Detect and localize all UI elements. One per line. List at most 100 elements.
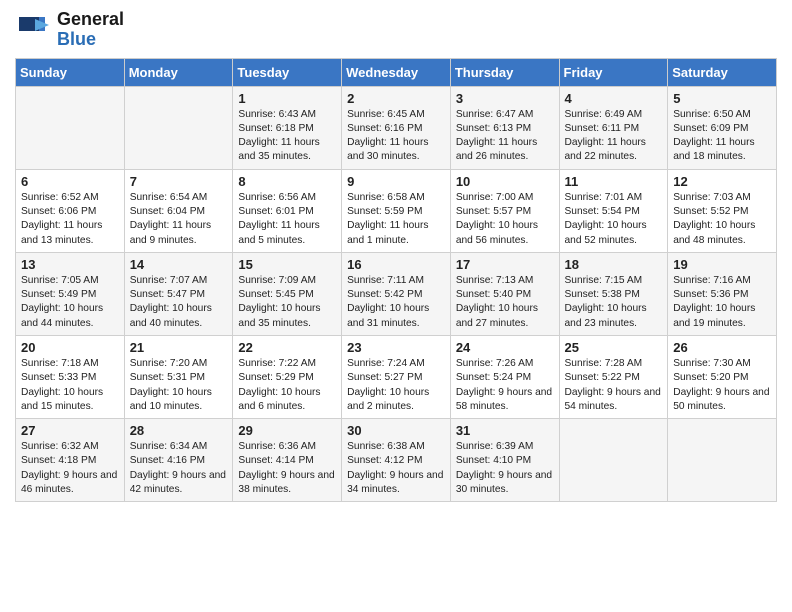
cell-content: Sunrise: 6:58 AMSunset: 5:59 PMDaylight:… <box>347 191 445 248</box>
day-number: 26 <box>673 340 771 355</box>
day-number: 20 <box>21 340 119 355</box>
day-number: 9 <box>347 174 445 189</box>
day-number: 11 <box>565 174 663 189</box>
day-header-saturday: Saturday <box>668 58 777 86</box>
cell-content: Sunrise: 7:20 AMSunset: 5:31 PMDaylight:… <box>130 357 228 414</box>
calendar-cell: 14 Sunrise: 7:07 AMSunset: 5:47 PMDayligh… <box>124 252 233 335</box>
calendar-cell: 7 Sunrise: 6:54 AMSunset: 6:04 PMDaylight… <box>124 169 233 252</box>
calendar-week-row: 1 Sunrise: 6:43 AMSunset: 6:18 PMDaylight… <box>16 86 777 169</box>
day-number: 19 <box>673 257 771 272</box>
calendar-cell: 27 Sunrise: 6:32 AMSunset: 4:18 PMDayligh… <box>16 419 125 502</box>
calendar-cell: 20 Sunrise: 7:18 AMSunset: 5:33 PMDayligh… <box>16 335 125 418</box>
day-number: 13 <box>21 257 119 272</box>
calendar-cell <box>16 86 125 169</box>
cell-content: Sunrise: 7:11 AMSunset: 5:42 PMDaylight:… <box>347 274 445 331</box>
cell-content: Sunrise: 7:09 AMSunset: 5:45 PMDaylight:… <box>238 274 336 331</box>
calendar-week-row: 27 Sunrise: 6:32 AMSunset: 4:18 PMDayligh… <box>16 419 777 502</box>
cell-content: Sunrise: 7:24 AMSunset: 5:27 PMDaylight:… <box>347 357 445 414</box>
calendar-cell: 23 Sunrise: 7:24 AMSunset: 5:27 PMDayligh… <box>342 335 451 418</box>
calendar-cell <box>559 419 668 502</box>
day-number: 6 <box>21 174 119 189</box>
cell-content: Sunrise: 6:56 AMSunset: 6:01 PMDaylight:… <box>238 191 336 248</box>
cell-content: Sunrise: 7:18 AMSunset: 5:33 PMDaylight:… <box>21 357 119 414</box>
cell-content: Sunrise: 6:36 AMSunset: 4:14 PMDaylight:… <box>238 440 336 497</box>
day-number: 14 <box>130 257 228 272</box>
day-number: 21 <box>130 340 228 355</box>
calendar-cell <box>668 419 777 502</box>
cell-content: Sunrise: 7:26 AMSunset: 5:24 PMDaylight:… <box>456 357 554 414</box>
day-number: 24 <box>456 340 554 355</box>
calendar-cell: 11Sunrise: 7:01 AMSunset: 5:54 PMDayligh… <box>559 169 668 252</box>
calendar-cell: 24 Sunrise: 7:26 AMSunset: 5:24 PMDayligh… <box>450 335 559 418</box>
page-header: General Blue <box>15 10 777 50</box>
cell-content: Sunrise: 6:32 AMSunset: 4:18 PMDaylight:… <box>21 440 119 497</box>
cell-content: Sunrise: 7:00 AMSunset: 5:57 PMDaylight:… <box>456 191 554 248</box>
calendar-cell: 17Sunrise: 7:13 AMSunset: 5:40 PMDayligh… <box>450 252 559 335</box>
calendar-cell: 25Sunrise: 7:28 AMSunset: 5:22 PMDayligh… <box>559 335 668 418</box>
day-number: 31 <box>456 423 554 438</box>
day-number: 30 <box>347 423 445 438</box>
day-number: 29 <box>238 423 336 438</box>
day-header-friday: Friday <box>559 58 668 86</box>
calendar-cell: 8 Sunrise: 6:56 AMSunset: 6:01 PMDaylight… <box>233 169 342 252</box>
calendar-header-row: SundayMondayTuesdayWednesdayThursdayFrid… <box>16 58 777 86</box>
day-number: 7 <box>130 174 228 189</box>
cell-content: Sunrise: 7:16 AMSunset: 5:36 PMDaylight:… <box>673 274 771 331</box>
cell-content: Sunrise: 7:13 AMSunset: 5:40 PMDaylight:… <box>456 274 554 331</box>
day-header-sunday: Sunday <box>16 58 125 86</box>
cell-content: Sunrise: 6:47 AMSunset: 6:13 PMDaylight:… <box>456 108 554 165</box>
calendar-cell: 1 Sunrise: 6:43 AMSunset: 6:18 PMDaylight… <box>233 86 342 169</box>
calendar-cell: 9 Sunrise: 6:58 AMSunset: 5:59 PMDaylight… <box>342 169 451 252</box>
calendar-cell: 30 Sunrise: 6:38 AMSunset: 4:12 PMDayligh… <box>342 419 451 502</box>
calendar-week-row: 13Sunrise: 7:05 AMSunset: 5:49 PMDayligh… <box>16 252 777 335</box>
logo: General Blue <box>15 10 124 50</box>
day-number: 23 <box>347 340 445 355</box>
day-number: 18 <box>565 257 663 272</box>
calendar-cell: 10 Sunrise: 7:00 AMSunset: 5:57 PMDayligh… <box>450 169 559 252</box>
cell-content: Sunrise: 7:03 AMSunset: 5:52 PMDaylight:… <box>673 191 771 248</box>
day-number: 2 <box>347 91 445 106</box>
cell-content: Sunrise: 6:39 AMSunset: 4:10 PMDaylight:… <box>456 440 554 497</box>
cell-content: Sunrise: 6:50 AMSunset: 6:09 PMDaylight:… <box>673 108 771 165</box>
calendar-table: SundayMondayTuesdayWednesdayThursdayFrid… <box>15 58 777 503</box>
day-number: 4 <box>565 91 663 106</box>
calendar-cell: 21 Sunrise: 7:20 AMSunset: 5:31 PMDayligh… <box>124 335 233 418</box>
day-number: 12 <box>673 174 771 189</box>
day-number: 5 <box>673 91 771 106</box>
calendar-cell: 5 Sunrise: 6:50 AMSunset: 6:09 PMDaylight… <box>668 86 777 169</box>
day-number: 8 <box>238 174 336 189</box>
day-number: 10 <box>456 174 554 189</box>
calendar-cell: 2 Sunrise: 6:45 AMSunset: 6:16 PMDaylight… <box>342 86 451 169</box>
calendar-cell: 12 Sunrise: 7:03 AMSunset: 5:52 PMDayligh… <box>668 169 777 252</box>
cell-content: Sunrise: 7:15 AMSunset: 5:38 PMDaylight:… <box>565 274 663 331</box>
day-number: 22 <box>238 340 336 355</box>
day-header-tuesday: Tuesday <box>233 58 342 86</box>
day-number: 27 <box>21 423 119 438</box>
cell-content: Sunrise: 6:52 AMSunset: 6:06 PMDaylight:… <box>21 191 119 248</box>
cell-content: Sunrise: 6:38 AMSunset: 4:12 PMDaylight:… <box>347 440 445 497</box>
logo-text: General Blue <box>57 10 124 50</box>
calendar-cell: 31 Sunrise: 6:39 AMSunset: 4:10 PMDayligh… <box>450 419 559 502</box>
calendar-cell: 22 Sunrise: 7:22 AMSunset: 5:29 PMDayligh… <box>233 335 342 418</box>
calendar-cell: 29 Sunrise: 6:36 AMSunset: 4:14 PMDayligh… <box>233 419 342 502</box>
cell-content: Sunrise: 6:49 AMSunset: 6:11 PMDaylight:… <box>565 108 663 165</box>
day-number: 16 <box>347 257 445 272</box>
cell-content: Sunrise: 6:43 AMSunset: 6:18 PMDaylight:… <box>238 108 336 165</box>
day-header-wednesday: Wednesday <box>342 58 451 86</box>
day-number: 1 <box>238 91 336 106</box>
calendar-cell: 6 Sunrise: 6:52 AMSunset: 6:06 PMDaylight… <box>16 169 125 252</box>
calendar-cell: 18 Sunrise: 7:15 AMSunset: 5:38 PMDayligh… <box>559 252 668 335</box>
day-number: 25 <box>565 340 663 355</box>
calendar-cell: 16 Sunrise: 7:11 AMSunset: 5:42 PMDayligh… <box>342 252 451 335</box>
calendar-cell: 15Sunrise: 7:09 AMSunset: 5:45 PMDayligh… <box>233 252 342 335</box>
day-header-thursday: Thursday <box>450 58 559 86</box>
cell-content: Sunrise: 7:07 AMSunset: 5:47 PMDaylight:… <box>130 274 228 331</box>
calendar-cell: 26Sunrise: 7:30 AMSunset: 5:20 PMDayligh… <box>668 335 777 418</box>
day-header-monday: Monday <box>124 58 233 86</box>
calendar-week-row: 20 Sunrise: 7:18 AMSunset: 5:33 PMDayligh… <box>16 335 777 418</box>
cell-content: Sunrise: 6:45 AMSunset: 6:16 PMDaylight:… <box>347 108 445 165</box>
cell-content: Sunrise: 6:54 AMSunset: 6:04 PMDaylight:… <box>130 191 228 248</box>
day-number: 28 <box>130 423 228 438</box>
calendar-cell: 4 Sunrise: 6:49 AMSunset: 6:11 PMDaylight… <box>559 86 668 169</box>
cell-content: Sunrise: 7:22 AMSunset: 5:29 PMDaylight:… <box>238 357 336 414</box>
